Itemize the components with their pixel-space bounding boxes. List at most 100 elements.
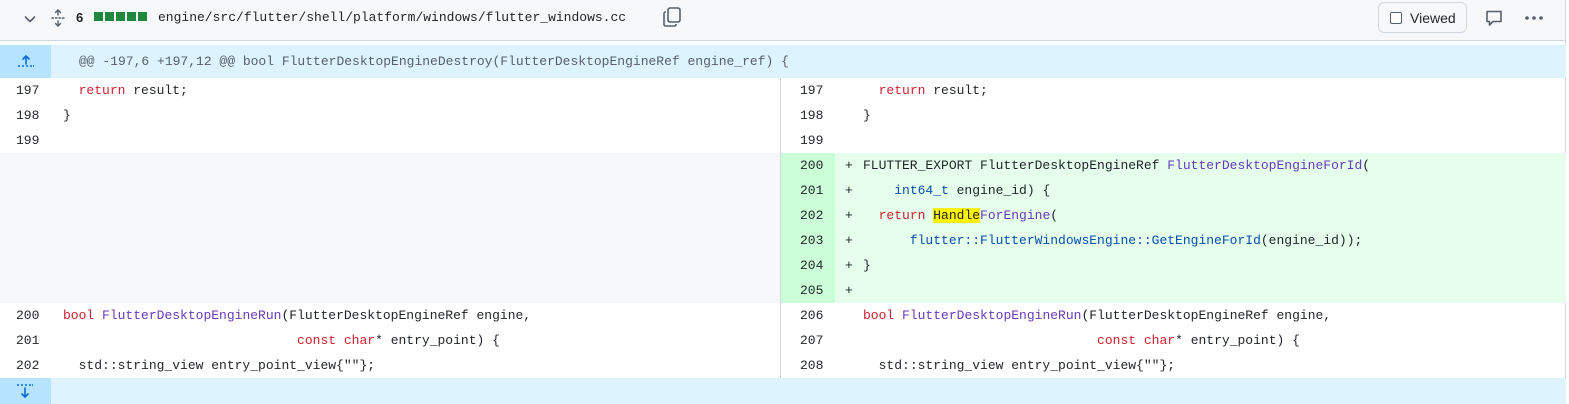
right-line: 198 } <box>781 103 1566 128</box>
line-number[interactable]: 199 <box>16 128 39 153</box>
code-token: char <box>1143 333 1176 348</box>
diff-row-added: 200 + FLUTTER_EXPORT FlutterDesktopEngin… <box>0 153 1566 178</box>
diffstat-bar <box>138 12 147 21</box>
left-line: 200 bool FlutterDesktopEngineRun(Flutter… <box>0 303 781 328</box>
diffstat-bar <box>105 12 114 21</box>
expand-down-icon[interactable] <box>16 382 34 400</box>
code-line: FLUTTER_EXPORT FlutterDesktopEngineRef F… <box>863 153 1370 178</box>
added-marker: + <box>845 233 853 248</box>
expand-up-icon[interactable] <box>17 53 35 69</box>
line-number[interactable]: 208 <box>800 353 823 378</box>
diff-row: 198 } 198 } <box>0 103 1566 128</box>
code-line: bool FlutterDesktopEngineRun(FlutterDesk… <box>863 303 1331 328</box>
diff-row-added: 204 + } <box>0 253 1566 278</box>
left-empty <box>0 153 781 178</box>
code-token: result; <box>925 83 988 98</box>
code-token: return <box>78 83 126 98</box>
line-number[interactable]: 202 <box>800 203 823 228</box>
code-token: * entry_point) { <box>1175 333 1300 348</box>
diffstat-bar <box>116 12 125 21</box>
left-line: 197 return result; <box>0 78 781 103</box>
code-token: flutter::FlutterWindowsEngine::GetEngine… <box>909 233 1261 248</box>
line-number[interactable]: 198 <box>16 103 39 128</box>
left-empty <box>0 253 781 278</box>
diff-row: 202 std::string_view entry_point_view{""… <box>0 353 1566 378</box>
line-number[interactable]: 199 <box>800 128 823 153</box>
diff-row: 197 return result; 197 return result; <box>0 78 1566 103</box>
added-marker: + <box>845 208 853 223</box>
line-number[interactable]: 197 <box>16 78 39 103</box>
left-line: 198 } <box>0 103 781 128</box>
expand-all-icon[interactable] <box>50 9 66 27</box>
right-line: 206 bool FlutterDesktopEngineRun(Flutter… <box>781 303 1566 328</box>
left-line: 201 const char* entry_point) { <box>0 328 781 353</box>
expand-down-gutter[interactable] <box>0 378 51 404</box>
line-number[interactable]: 200 <box>16 303 39 328</box>
line-number[interactable]: 205 <box>800 278 823 303</box>
diff-row: 201 const char* entry_point) { 207 const… <box>0 328 1566 353</box>
change-count: 6 <box>76 10 84 25</box>
diff-row: 200 bool FlutterDesktopEngineRun(Flutter… <box>0 303 1566 328</box>
code-line: flutter::FlutterWindowsEngine::GetEngine… <box>863 228 1362 253</box>
right-line-added: 201 + int64_t engine_id) { <box>781 178 1566 203</box>
line-number[interactable]: 201 <box>16 328 39 353</box>
code-line: } <box>63 108 71 123</box>
line-number[interactable]: 201 <box>800 178 823 203</box>
copy-icon[interactable] <box>661 5 683 29</box>
line-number[interactable]: 197 <box>800 78 823 103</box>
added-marker: + <box>845 283 853 298</box>
left-empty <box>0 203 781 228</box>
chevron-down-icon[interactable] <box>22 11 38 27</box>
diffstat-bar <box>127 12 136 21</box>
code-line: } <box>863 258 871 273</box>
comment-icon[interactable] <box>1484 8 1504 28</box>
diff-row-added: 205 + <box>0 278 1566 303</box>
left-line: 202 std::string_view entry_point_view{""… <box>0 353 781 378</box>
search-highlight: Handle <box>933 208 981 223</box>
expand-up-gutter[interactable] <box>0 45 51 78</box>
line-number[interactable]: 204 <box>800 253 823 278</box>
line-number[interactable]: 200 <box>800 153 823 178</box>
diffstat-bars <box>94 12 147 21</box>
code-token: (engine_id)); <box>1260 233 1363 248</box>
code-line: int64_t engine_id) { <box>863 178 1050 203</box>
line-number[interactable]: 207 <box>800 328 823 353</box>
line-number[interactable]: 203 <box>800 228 823 253</box>
kebab-menu-icon[interactable] <box>1523 8 1545 28</box>
code-token: FlutterDesktopEngineRun <box>902 308 1082 323</box>
diffstat-bar <box>94 12 103 21</box>
code-token: * entry_point) { <box>375 333 500 348</box>
code-token: FLUTTER_EXPORT FlutterDesktopEngineRef <box>863 158 1168 173</box>
added-marker: + <box>845 258 853 273</box>
expand-down-row <box>0 378 1566 404</box>
viewed-toggle[interactable]: Viewed <box>1378 2 1467 33</box>
code-line: return result; <box>863 78 988 103</box>
code-line: return HandleForEngine( <box>863 203 1058 228</box>
code-token: FlutterDesktopEngineForId <box>1167 158 1363 173</box>
code-token: bool <box>863 308 895 323</box>
code-line: return result; <box>63 78 188 103</box>
diff-row-added: 201 + int64_t engine_id) { <box>0 178 1566 203</box>
code-token: std::string_view entry_point_view{""}; <box>78 358 376 373</box>
right-line: 199 <box>781 128 1566 153</box>
diff-row-added: 202 + return HandleForEngine( <box>0 203 1566 228</box>
code-token: return <box>878 83 926 98</box>
viewed-checkbox[interactable] <box>1390 11 1402 24</box>
hunk-header-text: @@ -197,6 +197,12 @@ bool FlutterDesktop… <box>79 54 789 69</box>
code-token: int64_t <box>894 183 949 198</box>
line-number[interactable]: 206 <box>800 303 823 328</box>
line-number[interactable]: 202 <box>16 353 39 378</box>
file-header: 6 engine/src/flutter/shell/platform/wind… <box>0 0 1565 41</box>
code-token: FlutterDesktopEngineRun <box>102 308 282 323</box>
right-line-added: 204 + } <box>781 253 1566 278</box>
code-token: (FlutterDesktopEngineRef engine, <box>281 308 532 323</box>
code-line: const char* entry_point) { <box>863 328 1300 353</box>
code-line: std::string_view entry_point_view{""}; <box>63 353 375 378</box>
viewed-label: Viewed <box>1410 9 1456 26</box>
left-empty <box>0 278 781 303</box>
line-number[interactable]: 198 <box>800 103 823 128</box>
right-line-added: 205 + <box>781 278 1566 303</box>
code-token: ( <box>1362 158 1371 173</box>
code-token: result; <box>125 83 188 98</box>
file-path-link[interactable]: engine/src/flutter/shell/platform/window… <box>158 10 626 25</box>
